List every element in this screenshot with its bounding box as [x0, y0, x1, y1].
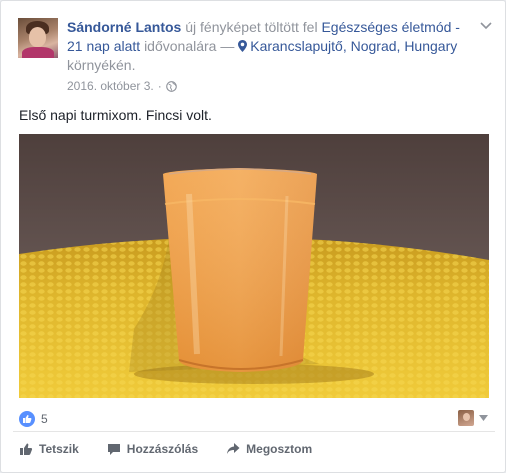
comment-label: Hozzászólás — [126, 442, 199, 456]
post-date[interactable]: 2016. október 3. — [67, 79, 154, 93]
map-pin-icon — [238, 40, 248, 52]
timeline-text: idővonalára — — [144, 38, 235, 54]
caret-down-icon — [479, 415, 488, 421]
comment-icon — [107, 444, 120, 455]
post-photo[interactable] — [19, 134, 489, 398]
like-button[interactable]: Tetszik — [19, 442, 79, 456]
post-header: Sándorné Lantos új fényképet töltött fel… — [67, 18, 467, 75]
action-bar: Tetszik Hozzászólás Megosztom — [19, 442, 312, 456]
location-link[interactable]: Karancslapujtő, Nograd, Hungary — [250, 38, 457, 54]
viewer-avatar — [458, 410, 474, 426]
chevron-down-icon[interactable] — [477, 19, 495, 33]
post-text: Első napi turmixom. Fincsi volt. — [19, 107, 212, 123]
like-label: Tetszik — [39, 442, 79, 456]
post-meta: 2016. október 3. · — [67, 79, 177, 93]
divider — [13, 431, 495, 432]
action-text: új fényképet töltött fel — [185, 19, 318, 35]
thumbs-up-icon — [19, 411, 35, 427]
share-button[interactable]: Megosztom — [226, 442, 312, 456]
share-label: Megosztom — [246, 442, 313, 456]
reaction-summary[interactable]: 5 — [19, 411, 48, 427]
comment-button[interactable]: Hozzászólás — [107, 442, 198, 456]
post-card: Sándorné Lantos új fényképet töltött fel… — [0, 0, 506, 473]
viewer-selector[interactable] — [458, 410, 488, 426]
meta-dot: · — [157, 79, 162, 93]
like-count[interactable]: 5 — [41, 412, 48, 426]
globe-icon[interactable] — [165, 80, 177, 92]
share-icon — [227, 443, 240, 454]
author-name[interactable]: Sándorné Lantos — [67, 19, 181, 35]
thumbs-up-icon — [20, 443, 33, 455]
location-suffix: környékén. — [67, 57, 136, 73]
author-avatar[interactable] — [18, 18, 58, 58]
